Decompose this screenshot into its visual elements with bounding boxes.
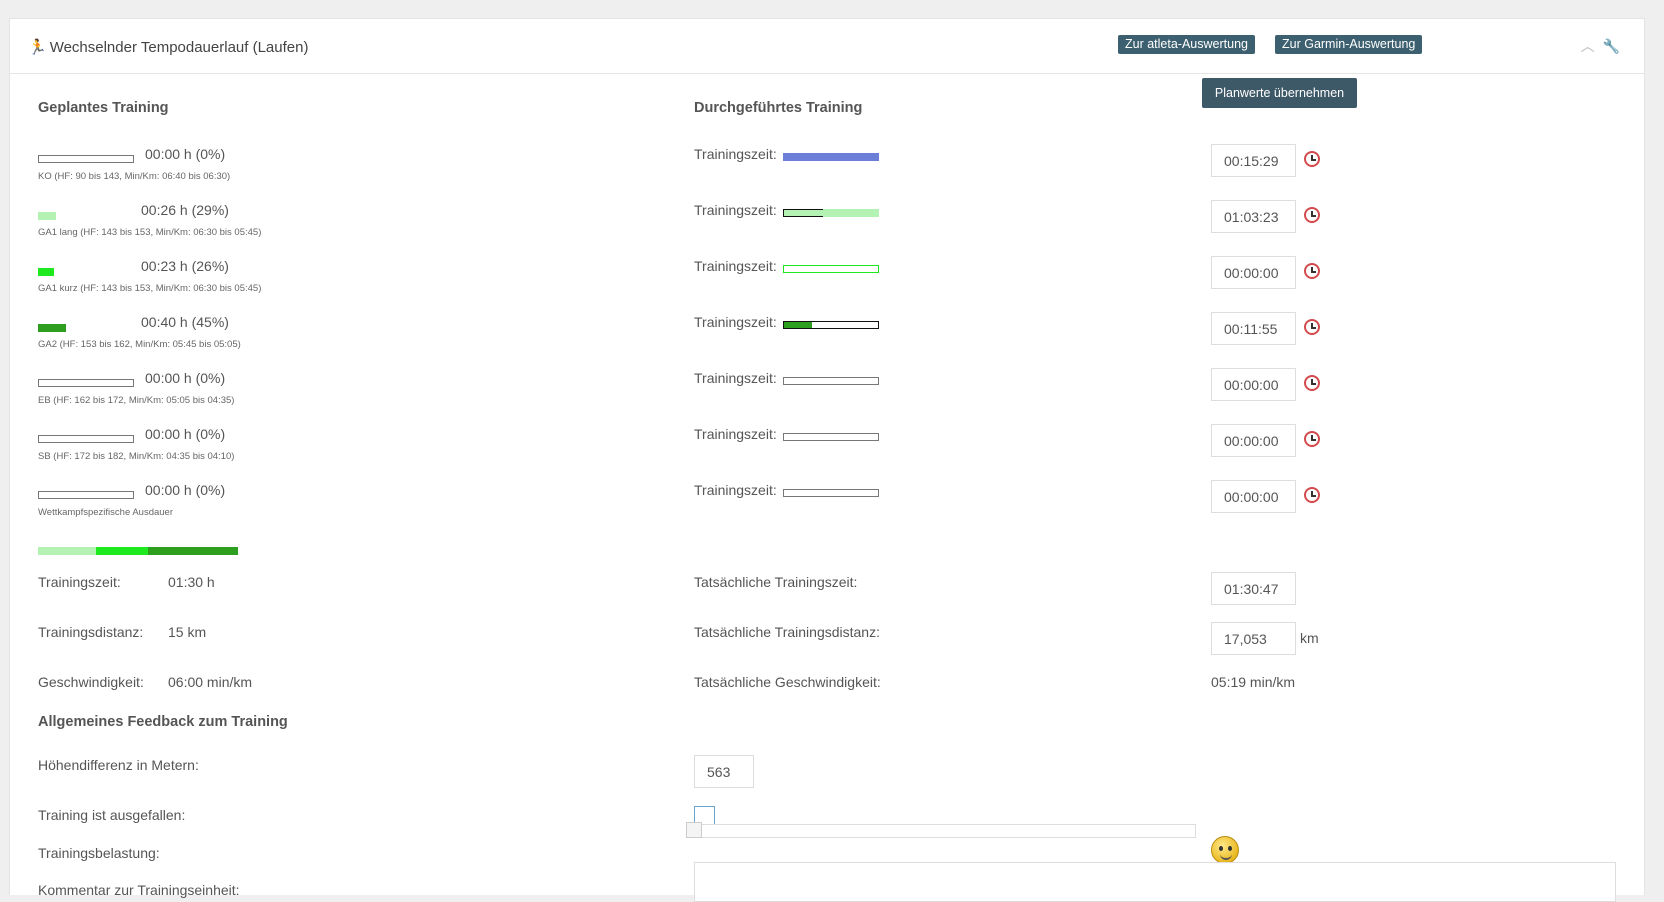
planned-distance-label: Trainingsdistanz:	[38, 624, 144, 640]
zone-bar	[38, 268, 54, 276]
progress-bar	[783, 209, 879, 217]
comment-textarea[interactable]	[694, 862, 1616, 902]
training-time-label: Trainingszeit:	[694, 258, 777, 274]
distribution-segment	[38, 547, 96, 555]
training-card: 🏃 Wechselnder Tempodauerlauf (Laufen) Zur…	[9, 18, 1645, 895]
load-slider-track[interactable]	[686, 824, 1196, 838]
progress-overflow	[822, 209, 879, 217]
stopwatch-icon[interactable]	[1304, 263, 1320, 279]
actual-speed-value: 05:19 min/km	[1211, 674, 1296, 690]
stopwatch-icon[interactable]	[1304, 319, 1320, 335]
stopwatch-icon[interactable]	[1304, 431, 1320, 447]
comment-label: Kommentar zur Trainingseinheit:	[38, 882, 240, 898]
planned-time-value: 01:30 h	[168, 574, 215, 590]
atleta-evaluation-button[interactable]: Zur atleta-Auswertung	[1118, 35, 1255, 54]
actual-distance-input[interactable]: 17,053	[1211, 622, 1296, 655]
training-time-label: Trainingszeit:	[694, 146, 777, 162]
training-time-label: Trainingszeit:	[694, 314, 777, 330]
actual-time-input[interactable]: 01:30:47	[1211, 572, 1296, 605]
card-header: 🏃 Wechselnder Tempodauerlauf (Laufen) Zur…	[10, 19, 1644, 74]
actual-distance-label: Tatsächliche Trainingsdistanz:	[694, 624, 880, 640]
training-time-label: Trainingszeit:	[694, 370, 777, 386]
chevron-up-icon[interactable]: ︿	[1581, 38, 1595, 54]
stopwatch-icon[interactable]	[1304, 487, 1320, 503]
training-time-label: Trainingszeit:	[694, 482, 777, 498]
zone-time: 00:00 h (0%)	[145, 146, 226, 162]
smiley-icon	[1211, 836, 1239, 864]
distance-unit: km	[1300, 630, 1319, 646]
zone-bar	[38, 435, 134, 443]
training-time-label: Trainingszeit:	[694, 426, 777, 442]
zone-time: 00:00 h (0%)	[145, 426, 226, 442]
training-time-input[interactable]: 00:00:00	[1211, 368, 1296, 401]
zone-bar	[38, 379, 134, 387]
zone-bar	[38, 324, 66, 332]
zone-description: GA2 (HF: 153 bis 162, Min/Km: 05:45 bis …	[38, 339, 241, 350]
training-time-input[interactable]: 00:15:29	[1211, 144, 1296, 177]
progress-fill	[784, 322, 813, 328]
wrench-icon[interactable]: 🔧	[1603, 38, 1620, 54]
progress-bar	[783, 321, 879, 329]
zone-description: Wettkampfspezifische Ausdauer	[38, 507, 174, 518]
zone-bar	[38, 212, 56, 220]
zone-time: 00:23 h (26%)	[141, 258, 229, 274]
actual-time-label: Tatsächliche Trainingszeit:	[694, 574, 858, 590]
zone-description: GA1 lang (HF: 143 bis 153, Min/Km: 06:30…	[38, 227, 262, 238]
planned-distance-value: 15 km	[168, 624, 207, 640]
distribution-segment	[148, 547, 238, 555]
progress-bar	[783, 489, 879, 497]
zone-time: 00:40 h (45%)	[141, 314, 229, 330]
zone-time: 00:00 h (0%)	[145, 370, 226, 386]
planned-training-title: Geplantes Training	[38, 100, 169, 116]
cancelled-label: Training ist ausgefallen:	[38, 807, 186, 823]
stopwatch-icon[interactable]	[1304, 151, 1320, 167]
height-diff-input[interactable]: 563	[694, 755, 754, 788]
height-diff-label: Höhendifferenz in Metern:	[38, 757, 199, 773]
zone-description: KO (HF: 90 bis 143, Min/Km: 06:40 bis 06…	[38, 171, 231, 182]
card-title: 🏃 Wechselnder Tempodauerlauf (Laufen)	[28, 39, 309, 56]
distribution-segment	[96, 547, 148, 555]
training-time-input[interactable]: 00:00:00	[1211, 424, 1296, 457]
planned-speed-value: 06:00 min/km	[168, 674, 253, 690]
training-time-input[interactable]: 01:03:23	[1211, 200, 1296, 233]
planned-speed-label: Geschwindigkeit:	[38, 674, 144, 690]
progress-fill	[784, 210, 823, 216]
planned-time-label: Trainingszeit:	[38, 574, 121, 590]
zone-time: 00:26 h (29%)	[141, 202, 229, 218]
zone-description: GA1 kurz (HF: 143 bis 153, Min/Km: 06:30…	[38, 283, 262, 294]
load-slider-handle[interactable]	[686, 822, 702, 838]
actual-speed-label: Tatsächliche Geschwindigkeit:	[694, 674, 881, 690]
done-training-title: Durchgeführtes Training	[694, 100, 863, 116]
stopwatch-icon[interactable]	[1304, 375, 1320, 391]
garmin-evaluation-button[interactable]: Zur Garmin-Auswertung	[1275, 35, 1423, 54]
progress-bar	[783, 433, 879, 441]
load-label: Trainingsbelastung:	[38, 845, 160, 861]
zone-time: 00:00 h (0%)	[145, 482, 226, 498]
training-time-input[interactable]: 00:00:00	[1211, 480, 1296, 513]
running-icon: 🏃	[28, 39, 47, 56]
progress-bar	[783, 377, 879, 385]
take-over-plan-button[interactable]: Planwerte übernehmen	[1202, 78, 1357, 108]
header-icons: ︿ 🔧	[1573, 36, 1620, 56]
zone-description: EB (HF: 162 bis 172, Min/Km: 05:05 bis 0…	[38, 395, 235, 406]
stopwatch-icon[interactable]	[1304, 207, 1320, 223]
zone-bar	[38, 155, 134, 163]
training-time-input[interactable]: 00:00:00	[1211, 256, 1296, 289]
training-time-input[interactable]: 00:11:55	[1211, 312, 1296, 345]
progress-bar	[783, 265, 879, 273]
zone-description: SB (HF: 172 bis 182, Min/Km: 04:35 bis 0…	[38, 451, 235, 462]
feedback-title: Allgemeines Feedback zum Training	[38, 714, 288, 730]
progress-bar	[783, 153, 879, 161]
zone-bar	[38, 491, 134, 499]
training-time-label: Trainingszeit:	[694, 202, 777, 218]
